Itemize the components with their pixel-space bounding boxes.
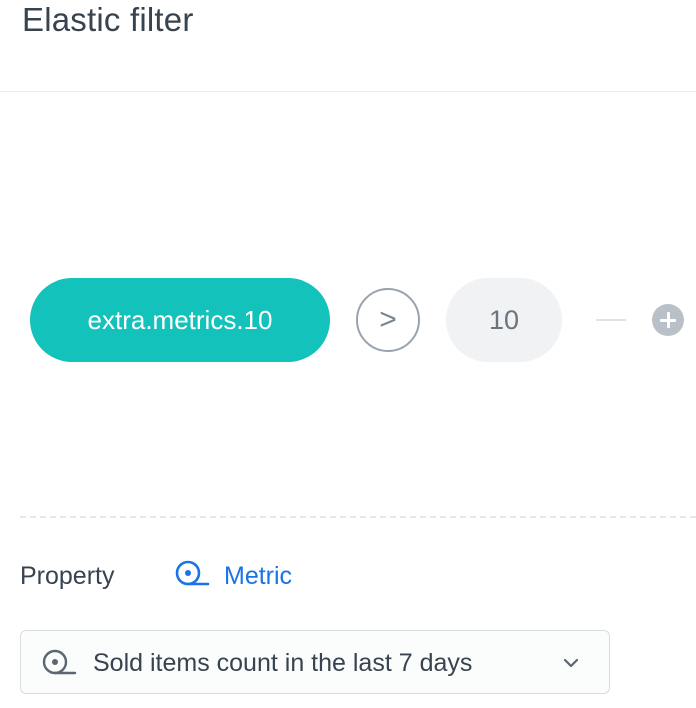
page-title: Elastic filter	[22, 1, 194, 38]
filter-property-pill[interactable]: extra.metrics.10	[30, 278, 330, 362]
chevron-down-icon	[561, 653, 581, 673]
property-label: Property	[20, 562, 115, 590]
metric-select-value: Sold items count in the last 7 days	[93, 649, 473, 677]
metric-mode-toggle[interactable]: Metric	[174, 559, 292, 593]
add-condition-button[interactable]	[652, 304, 684, 336]
filter-operator-button[interactable]: >	[356, 288, 420, 352]
metric-mode-label: Metric	[224, 562, 293, 590]
metric-icon	[174, 560, 210, 593]
connector-line	[596, 319, 626, 321]
filter-value-input[interactable]: 10	[446, 278, 562, 362]
section-divider	[20, 516, 696, 518]
metric-select[interactable]: Sold items count in the last 7 days	[20, 630, 610, 694]
metric-icon	[41, 649, 77, 677]
header: Elastic filter	[0, 0, 696, 92]
filter-expression: extra.metrics.10 > 10	[0, 278, 696, 362]
